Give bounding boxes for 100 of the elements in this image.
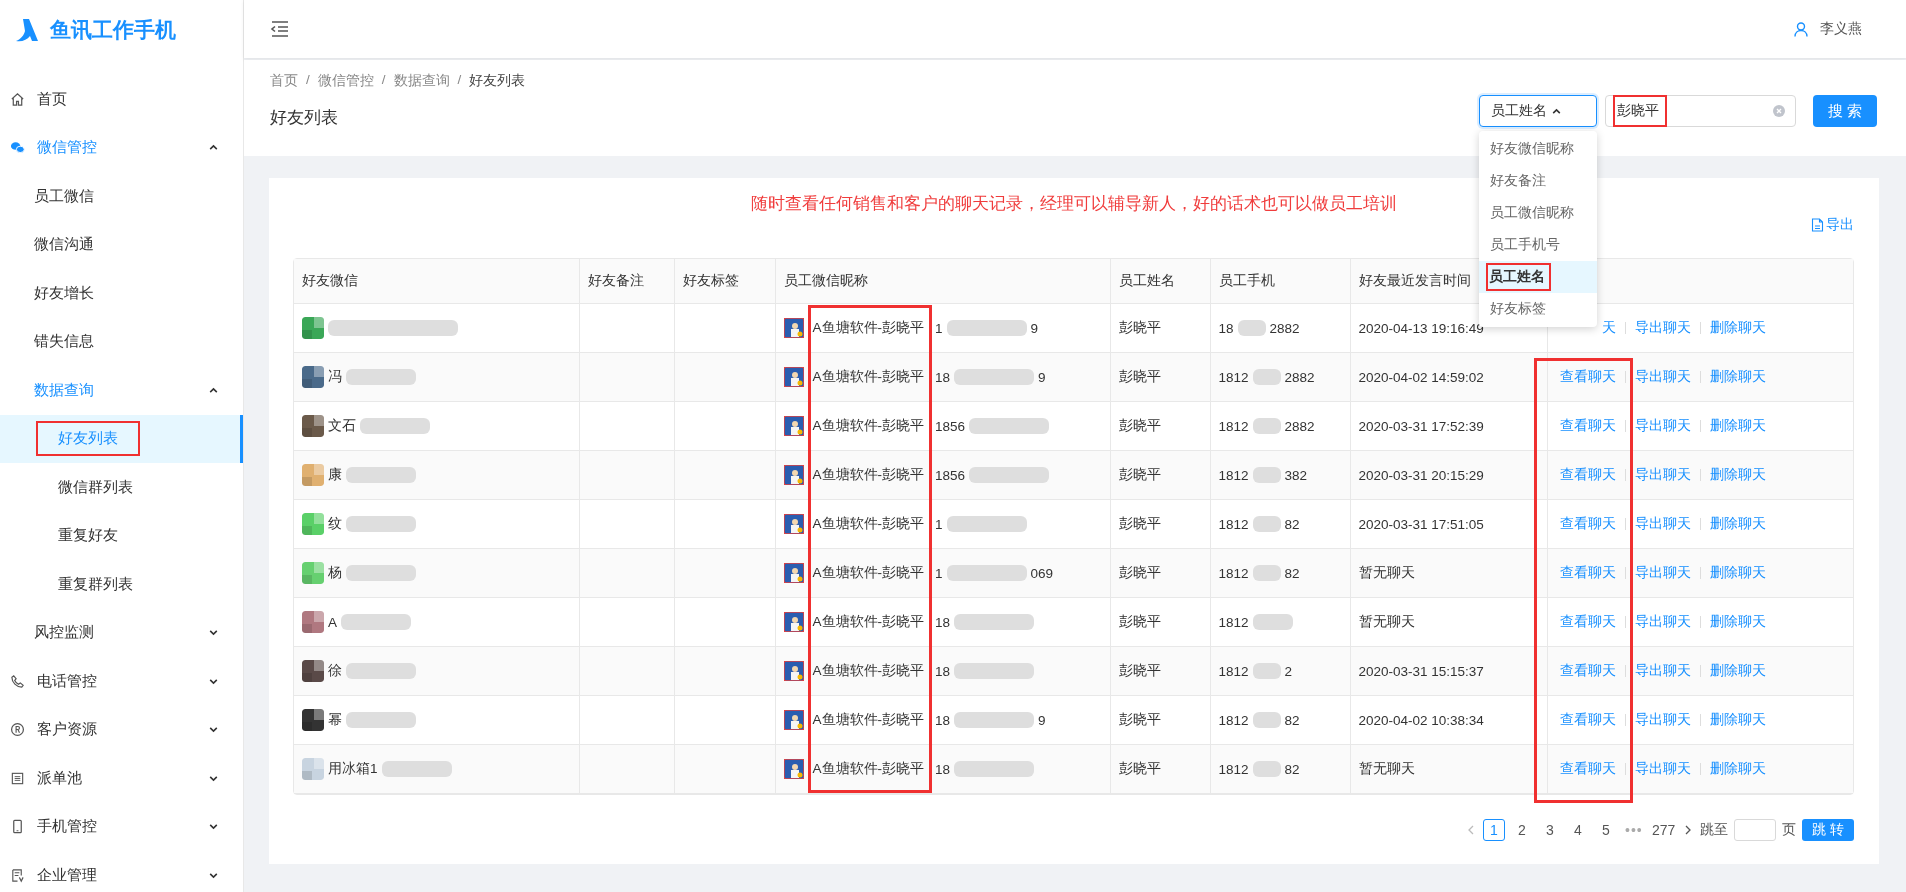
- home-icon: [10, 91, 25, 107]
- nickname-digits: 18: [935, 614, 951, 630]
- employee-nickname: A鱼塘软件-彭晓平: [812, 564, 924, 582]
- page-number[interactable]: 4: [1566, 819, 1589, 841]
- menu-item[interactable]: 错失信息: [0, 317, 243, 366]
- friend-name: A: [328, 614, 337, 630]
- page-number[interactable]: 5: [1594, 819, 1617, 841]
- menu-label: 风控监测: [34, 623, 95, 643]
- action-link[interactable]: 删除聊天: [1709, 613, 1766, 631]
- action-link[interactable]: 删除聊天: [1709, 711, 1766, 729]
- table-cell: 彭晓平: [1110, 695, 1210, 745]
- action-link[interactable]: 查看聊天: [1555, 417, 1616, 435]
- menu-item[interactable]: 手机管控: [0, 802, 243, 851]
- menu-item[interactable]: 好友增长: [0, 269, 243, 318]
- search-button[interactable]: 搜 索: [1813, 95, 1877, 127]
- goto-button[interactable]: 跳 转: [1802, 819, 1854, 841]
- action-link[interactable]: 查看聊天: [1555, 466, 1616, 484]
- menu-item[interactable]: 客户资源: [0, 705, 243, 754]
- action-link[interactable]: 删除聊天: [1709, 564, 1766, 582]
- action-link[interactable]: 查看聊天: [1555, 564, 1616, 582]
- action-link[interactable]: 导出聊天: [1634, 417, 1691, 435]
- dropdown-option[interactable]: 员工姓名: [1479, 261, 1597, 293]
- action-link[interactable]: 导出聊天: [1634, 613, 1691, 631]
- user-name[interactable]: 李义燕: [1820, 20, 1862, 38]
- menu-fold-icon[interactable]: [270, 20, 290, 38]
- dropdown-option[interactable]: 员工手机号: [1479, 229, 1597, 261]
- action-link[interactable]: 导出聊天: [1634, 368, 1691, 386]
- action-link[interactable]: 导出聊天: [1634, 662, 1691, 680]
- action-link[interactable]: 导出聊天: [1634, 711, 1691, 729]
- action-link[interactable]: 查看聊天: [1555, 760, 1616, 778]
- friend-name: 康: [328, 466, 342, 484]
- breadcrumb-item[interactable]: 微信管控: [317, 72, 374, 90]
- action-link[interactable]: 删除聊天: [1709, 662, 1766, 680]
- action-link[interactable]: 导出聊天: [1634, 760, 1691, 778]
- table-cell: 2020-03-31 17:51:05: [1350, 499, 1547, 549]
- action-link[interactable]: 查看聊天: [1555, 613, 1616, 631]
- page-number[interactable]: 2: [1510, 819, 1533, 841]
- action-link[interactable]: 查看聊天: [1555, 711, 1616, 729]
- column-header: 员工手机: [1210, 259, 1350, 304]
- friend-name: 文石: [328, 417, 356, 435]
- menu-label: 错失信息: [34, 332, 95, 352]
- dropdown-option[interactable]: 好友备注: [1479, 165, 1597, 197]
- action-link[interactable]: 查看聊天: [1555, 368, 1616, 386]
- user-icon: [1794, 21, 1808, 37]
- action-link[interactable]: 查看聊天: [1555, 662, 1616, 680]
- nickname-digits: 1: [935, 516, 943, 532]
- menu-label: 重复群列表: [58, 574, 134, 594]
- mobile-icon: [10, 819, 25, 835]
- menu-item[interactable]: 数据查询: [0, 366, 243, 415]
- action-link[interactable]: 查看聊天: [1555, 515, 1616, 533]
- table-cell: 彭晓平: [1110, 303, 1210, 353]
- menu-item[interactable]: 电话管控: [0, 657, 243, 706]
- employee-nickname: A鱼塘软件-彭晓平: [812, 515, 924, 533]
- action-link[interactable]: 删除聊天: [1709, 515, 1766, 533]
- nickname-digits: 18: [935, 761, 951, 777]
- table-cell: 暂无聊天: [1350, 597, 1547, 647]
- menu-item[interactable]: 重复群列表: [0, 560, 243, 609]
- friend-name: 冯: [328, 368, 342, 386]
- redaction-blur: [1252, 712, 1281, 728]
- redaction-blur: [1252, 614, 1293, 630]
- page-number[interactable]: 1: [1482, 819, 1505, 841]
- search-field[interactable]: 彭晓平: [1605, 95, 1796, 127]
- action-link[interactable]: 删除聊天: [1709, 319, 1766, 337]
- page-unit: 页: [1782, 821, 1797, 839]
- column-header: 好友标签: [674, 259, 775, 304]
- redaction-blur: [1252, 761, 1281, 777]
- clear-icon[interactable]: [1773, 105, 1785, 117]
- menu-item[interactable]: 微信管控: [0, 123, 243, 172]
- export-link[interactable]: 导出: [1811, 216, 1854, 234]
- menu-item[interactable]: 微信群列表: [0, 463, 243, 512]
- menu-item[interactable]: 员工微信: [0, 172, 243, 221]
- action-link[interactable]: 删除聊天: [1709, 368, 1766, 386]
- menu-item[interactable]: 风控监测: [0, 608, 243, 657]
- action-link[interactable]: 导出聊天: [1634, 564, 1691, 582]
- dropdown-option[interactable]: 好友微信昵称: [1479, 133, 1597, 165]
- page-number[interactable]: 3: [1538, 819, 1561, 841]
- document-icon: [10, 867, 25, 883]
- action-link[interactable]: 删除聊天: [1709, 417, 1766, 435]
- phone-digits: 2882: [1269, 320, 1300, 336]
- menu-item[interactable]: 首页: [0, 75, 243, 124]
- redaction-blur: [1252, 565, 1281, 581]
- action-link[interactable]: 导出聊天: [1634, 515, 1691, 533]
- breadcrumb-item[interactable]: 数据查询: [393, 72, 450, 90]
- field-select[interactable]: 员工姓名: [1479, 95, 1597, 127]
- page-input[interactable]: [1734, 819, 1777, 841]
- breadcrumb-item: 好友列表: [469, 72, 526, 90]
- menu-item[interactable]: 企业管理: [0, 851, 243, 892]
- page-number[interactable]: 277: [1650, 819, 1677, 841]
- menu-item[interactable]: 派单池: [0, 754, 243, 803]
- action-link[interactable]: 导出聊天: [1634, 466, 1691, 484]
- menu-item[interactable]: 重复好友: [0, 511, 243, 560]
- action-link[interactable]: 导出聊天: [1634, 319, 1691, 337]
- menu-item[interactable]: 微信沟通: [0, 220, 243, 269]
- action-link[interactable]: 删除聊天: [1709, 760, 1766, 778]
- action-link[interactable]: 删除聊天: [1709, 466, 1766, 484]
- pagination-ellipsis[interactable]: •••: [1622, 819, 1645, 841]
- dropdown-option[interactable]: 员工微信昵称: [1479, 197, 1597, 229]
- nickname-digits: 1: [935, 565, 943, 581]
- menu-item[interactable]: 好友列表: [0, 414, 243, 463]
- breadcrumb-item[interactable]: 首页: [270, 72, 298, 90]
